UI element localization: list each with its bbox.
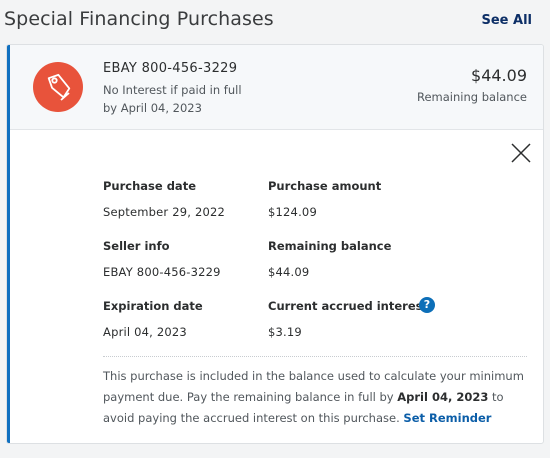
promo-line: No Interest if paid in full [103, 83, 242, 97]
expiration-date-label: Expiration date [103, 299, 203, 313]
merchant-name: EBAY 800-456-3229 [103, 61, 238, 76]
seller-info-label: Seller info [103, 239, 170, 253]
promo-terms: No Interest if paid in full by April 04,… [103, 81, 303, 117]
expiration-date-value: April 04, 2023 [103, 325, 187, 339]
see-all-link[interactable]: See All [482, 13, 533, 28]
purchase-amount-value: $124.09 [268, 205, 317, 219]
purchase-date-value: September 29, 2022 [103, 205, 226, 219]
note-date: April 04, 2023 [397, 390, 489, 404]
section-title: Special Financing Purchases [4, 8, 274, 30]
seller-info-value: EBAY 800-456-3229 [103, 265, 221, 279]
promo-line: by April 04, 2023 [103, 101, 202, 115]
remaining-balance-label: Remaining balance [268, 239, 392, 253]
accrued-interest-label: Current accrued interest [268, 299, 428, 313]
close-icon [511, 143, 531, 163]
remaining-amount: $44.09 [471, 66, 527, 85]
help-icon[interactable]: ? [419, 297, 435, 313]
tag-icon [33, 62, 83, 112]
payment-note: This purchase is included in the balance… [103, 366, 533, 429]
remaining-balance-value: $44.09 [268, 265, 310, 279]
purchase-summary[interactable]: EBAY 800-456-3229 No Interest if paid in… [10, 45, 543, 130]
purchase-amount-label: Purchase amount [268, 179, 382, 193]
divider [103, 356, 527, 357]
section-header: Special Financing Purchases See All [0, 0, 550, 44]
purchase-date-label: Purchase date [103, 179, 196, 193]
remaining-amount-label: Remaining balance [417, 90, 527, 104]
close-button[interactable] [509, 141, 533, 165]
financing-card: EBAY 800-456-3229 No Interest if paid in… [6, 44, 544, 444]
accrued-interest-value: $3.19 [268, 325, 302, 339]
set-reminder-link[interactable]: Set Reminder [403, 411, 491, 425]
